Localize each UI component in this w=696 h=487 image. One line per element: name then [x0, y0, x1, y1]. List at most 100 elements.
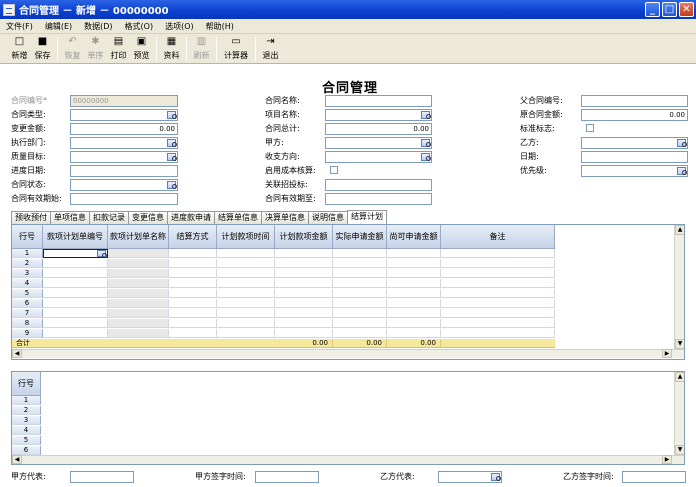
contract-no-field[interactable]: 00000000	[70, 95, 178, 107]
column-header[interactable]: 备注	[441, 225, 555, 249]
grid-cell[interactable]	[441, 289, 555, 298]
lookup-icon[interactable]	[421, 111, 431, 119]
grid-cell[interactable]	[43, 309, 108, 318]
grid-cell[interactable]	[108, 289, 169, 298]
menu-options[interactable]: 选项(O)	[159, 21, 200, 32]
grid-cell[interactable]	[169, 329, 217, 338]
progress-date-field[interactable]	[70, 165, 178, 177]
refresh-button[interactable]: ▥ 刷新	[190, 36, 213, 61]
contract-type-field[interactable]	[70, 109, 178, 121]
grid-cell[interactable]	[441, 309, 555, 318]
grid-cell[interactable]	[217, 249, 275, 258]
column-header[interactable]: 结算方式	[169, 225, 217, 249]
grid-cell[interactable]	[333, 319, 387, 328]
scroll-left-icon[interactable]: ◀	[12, 349, 22, 358]
grid-cell[interactable]	[43, 259, 108, 268]
scroll-up-icon[interactable]: ▲	[675, 372, 684, 382]
grid-cell[interactable]	[169, 269, 217, 278]
grid-cell[interactable]	[43, 329, 108, 338]
contract-status-field[interactable]	[70, 179, 178, 191]
scroll-right-icon[interactable]: ▶	[662, 455, 672, 464]
party-b-sign-field[interactable]	[622, 471, 686, 483]
grid-cell[interactable]	[43, 269, 108, 278]
grid-cell[interactable]	[333, 299, 387, 308]
grid-cell[interactable]	[275, 309, 333, 318]
grid-cell[interactable]	[108, 329, 169, 338]
party-b-rep-field[interactable]	[438, 471, 502, 483]
grid-cell[interactable]	[169, 289, 217, 298]
grid-cell[interactable]	[108, 319, 169, 328]
lookup-icon[interactable]	[167, 139, 177, 147]
tab-prepay[interactable]: 预收预付	[11, 211, 51, 224]
grid-cell[interactable]	[387, 319, 441, 328]
grid-cell[interactable]	[387, 329, 441, 338]
grid-cell[interactable]	[333, 329, 387, 338]
valid-from-field[interactable]	[70, 193, 178, 205]
grid-cell[interactable]	[108, 259, 169, 268]
grid-cell[interactable]	[387, 259, 441, 268]
tab-settlement-info[interactable]: 结算单信息	[214, 211, 262, 224]
lookup-icon[interactable]	[677, 139, 687, 147]
grid-cell[interactable]	[441, 279, 555, 288]
column-header[interactable]: 行号	[12, 372, 41, 396]
grid-cell[interactable]	[108, 279, 169, 288]
column-header[interactable]: 行号	[12, 225, 43, 249]
tab-final-account[interactable]: 决算单信息	[261, 211, 309, 224]
grid-cell[interactable]	[275, 259, 333, 268]
lookup-icon[interactable]	[167, 153, 177, 161]
change-amount-field[interactable]: 0.00	[70, 123, 178, 135]
menu-edit[interactable]: 编辑(E)	[39, 21, 78, 32]
project-name-field[interactable]	[325, 109, 432, 121]
contract-total-field[interactable]: 0.00	[325, 123, 432, 135]
void-button[interactable]: ✱ 单序	[84, 36, 107, 61]
grid-cell[interactable]	[108, 269, 169, 278]
party-b-field[interactable]	[581, 137, 688, 149]
grid-cell[interactable]	[217, 309, 275, 318]
grid-cell[interactable]	[441, 299, 555, 308]
menu-file[interactable]: 文件(F)	[0, 21, 39, 32]
grid-cell[interactable]	[441, 319, 555, 328]
grid-cell[interactable]	[108, 299, 169, 308]
scroll-down-icon[interactable]: ▼	[675, 445, 684, 455]
save-button[interactable]: ■ 保存	[31, 36, 54, 61]
preview-button[interactable]: ▣ 预览	[130, 36, 153, 61]
grid-cell[interactable]	[387, 289, 441, 298]
grid-cell[interactable]	[275, 299, 333, 308]
lookup-icon[interactable]	[97, 250, 107, 258]
party-a-rep-field[interactable]	[70, 471, 134, 483]
tab-change-info[interactable]: 变更信息	[128, 211, 168, 224]
vertical-scrollbar[interactable]: ▲ ▼	[674, 225, 684, 349]
grid-cell[interactable]	[169, 249, 217, 258]
maximize-button[interactable]: □	[662, 2, 677, 17]
grid-cell[interactable]	[333, 259, 387, 268]
calculator-button[interactable]: ▭ 计算器	[220, 36, 252, 61]
tab-item-info[interactable]: 单项信息	[50, 211, 90, 224]
menu-format[interactable]: 格式(O)	[119, 21, 160, 32]
column-header[interactable]: 款项计划单名称	[108, 225, 169, 249]
exit-button[interactable]: ⇥ 退出	[259, 36, 282, 61]
grid-cell[interactable]	[387, 299, 441, 308]
priority-field[interactable]	[581, 165, 688, 177]
tab-settlement-plan[interactable]: 结算计划	[347, 210, 387, 224]
grid-cell[interactable]	[43, 289, 108, 298]
grid-cell[interactable]	[169, 319, 217, 328]
column-header[interactable]: 实际申请金额	[333, 225, 387, 249]
grid-cell[interactable]	[387, 269, 441, 278]
grid-cell[interactable]	[387, 309, 441, 318]
scroll-left-icon[interactable]: ◀	[12, 455, 22, 464]
grid-cell[interactable]	[108, 249, 169, 258]
menu-data[interactable]: 数据(D)	[78, 21, 118, 32]
menu-help[interactable]: 帮助(H)	[200, 21, 240, 32]
grid-cell[interactable]	[441, 329, 555, 338]
exec-dept-field[interactable]	[70, 137, 178, 149]
scroll-right-icon[interactable]: ▶	[662, 349, 672, 358]
scroll-down-icon[interactable]: ▼	[675, 339, 684, 349]
date-field[interactable]	[581, 151, 688, 163]
grid-cell[interactable]	[441, 259, 555, 268]
lookup-icon[interactable]	[421, 153, 431, 161]
grid-cell[interactable]	[169, 299, 217, 308]
column-header[interactable]: 计划款项金额	[275, 225, 333, 249]
std-flag-checkbox[interactable]	[586, 124, 594, 132]
grid-cell[interactable]	[275, 279, 333, 288]
column-header[interactable]: 计划款项时间	[217, 225, 275, 249]
